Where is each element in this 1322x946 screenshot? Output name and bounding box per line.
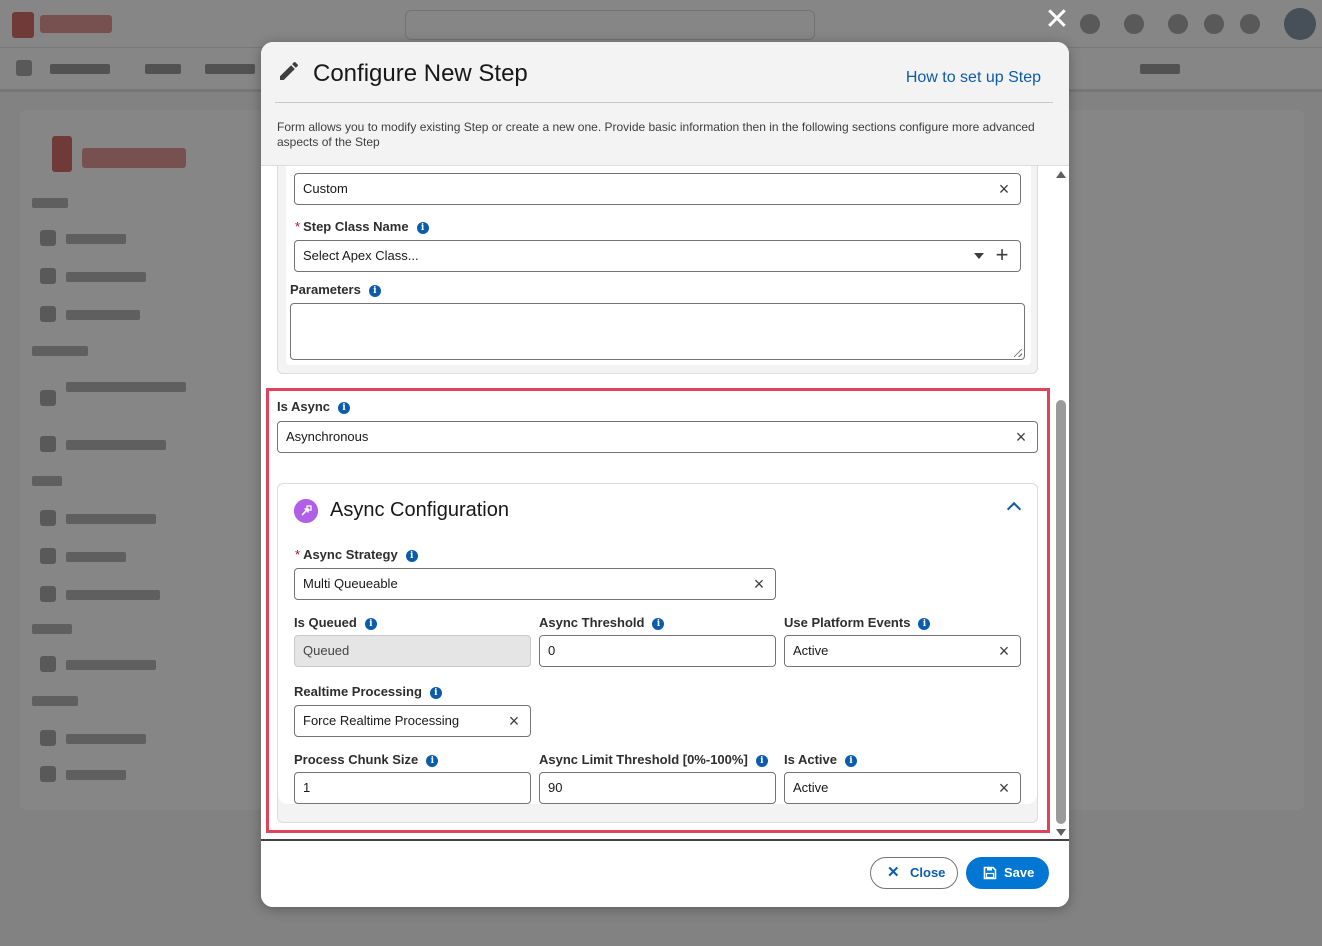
step-type-combobox[interactable]: Custom × [294,173,1021,205]
step-class-placeholder: Select Apex Class... [303,248,419,263]
step-class-label-text: Step Class Name [303,219,409,234]
scroll-up-arrow-icon[interactable] [1056,171,1066,178]
close-icon: ✕ [887,864,900,881]
modal-description: Form allows you to modify existing Step … [277,120,1035,149]
close-button[interactable]: ✕ Close [870,857,958,889]
step-type-value: Custom [303,181,348,196]
caret-down-icon[interactable] [974,253,984,259]
parameters-label: Parameters i [290,282,381,297]
modal-close-icon[interactable]: ✕ [1042,5,1072,36]
save-button-label: Save [1004,865,1035,880]
header-divider [275,102,1053,103]
clear-step-type-icon[interactable]: × [996,180,1012,198]
modal-header: Configure New Step How to set up Step Fo… [261,42,1069,166]
step-class-combobox[interactable]: Select Apex Class... + [294,240,1021,272]
scroll-down-arrow-icon[interactable] [1056,829,1066,836]
configure-step-modal: Configure New Step How to set up Step Fo… [261,42,1069,907]
info-icon[interactable]: i [368,285,381,297]
close-button-label: Close [910,865,946,880]
scrollbar-thumb[interactable] [1056,400,1066,824]
modal-body: Custom × * Step Class Name i Select Apex C… [261,166,1069,839]
required-asterisk: * [295,219,301,234]
resize-grip-icon[interactable] [1014,349,1022,357]
parameters-textarea[interactable] [290,303,1025,360]
parameters-label-text: Parameters [290,282,361,297]
async-settings-highlight [266,388,1050,833]
modal-footer: ✕ Close Save [261,839,1069,907]
save-icon [983,866,997,880]
add-class-icon[interactable]: + [990,244,1014,268]
save-button[interactable]: Save [966,857,1049,889]
info-icon[interactable]: i [416,222,429,234]
pencil-icon [280,61,299,80]
help-link[interactable]: How to set up Step [906,69,1041,87]
modal-title: Configure New Step [313,60,528,87]
step-class-label: * Step Class Name i [295,219,429,234]
